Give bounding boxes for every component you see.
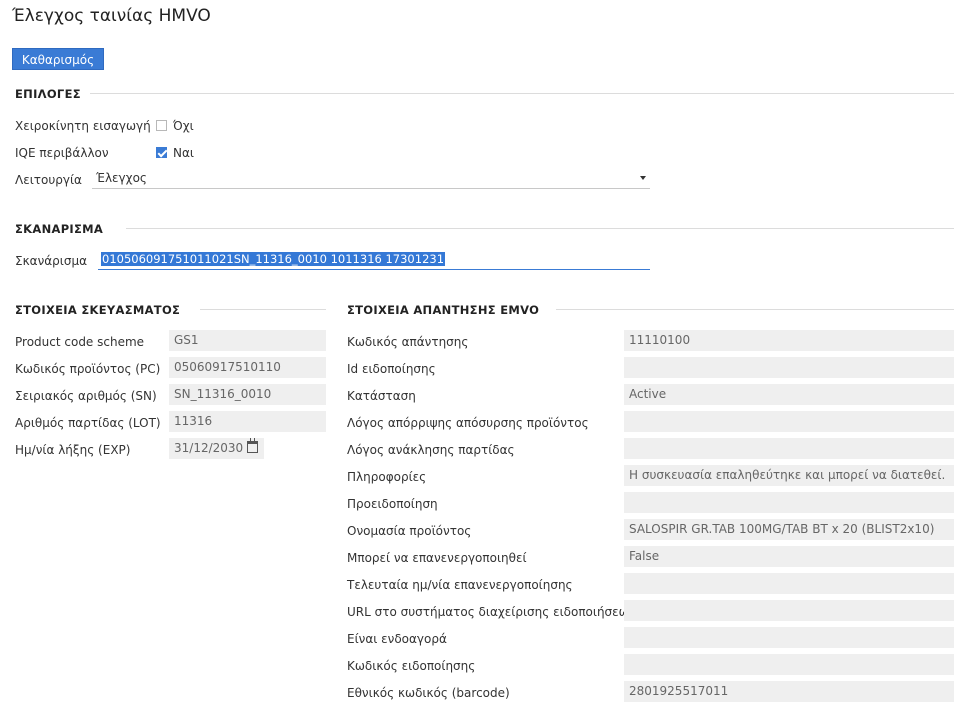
package-field-label: Αριθμός παρτίδας (LOT) bbox=[15, 416, 161, 430]
response-field-label: Είναι ενδοαγορά bbox=[347, 632, 447, 646]
scan-label: Σκανάρισμα bbox=[15, 254, 88, 268]
chevron-down-icon bbox=[640, 176, 646, 180]
manual-entry-checkbox[interactable] bbox=[156, 120, 167, 131]
function-select[interactable]: Έλεγχος bbox=[92, 168, 650, 189]
response-field-label: Μπορεί να επανενεργοποιηθεί bbox=[347, 551, 527, 565]
response-field-label: Λόγος ανάκλησης παρτίδας bbox=[347, 443, 515, 457]
response-field-value[interactable]: False bbox=[624, 546, 954, 567]
package-field-label: Product code scheme bbox=[15, 335, 145, 349]
response-field-label: Κατάσταση bbox=[347, 389, 416, 403]
calendar-icon[interactable] bbox=[247, 438, 258, 453]
function-select-value: Έλεγχος bbox=[96, 171, 147, 185]
package-field-label: Κωδικός προϊόντος (PC) bbox=[15, 362, 161, 376]
response-field-value[interactable]: 2801925517011 bbox=[624, 681, 954, 702]
response-field-value[interactable] bbox=[624, 654, 954, 675]
options-heading: ΕΠΙΛΟΓΕΣ bbox=[15, 87, 81, 101]
response-field-value[interactable]: SALOSPIR GR.TAB 100MG/TAB BT x 20 (BLIST… bbox=[624, 519, 954, 540]
package-field-label: Σειριακός αριθμός (SN) bbox=[15, 389, 157, 403]
response-field-label: Id ειδοποίησης bbox=[347, 362, 436, 376]
package-divider bbox=[200, 309, 326, 310]
iqe-env-label: IQE περιβάλλον bbox=[15, 146, 109, 160]
response-field-label: Τελευταία ημ/νία επανενεργοποίησης bbox=[347, 578, 573, 592]
response-field-label: Λόγος απόρριψης απόσυρσης προϊόντος bbox=[347, 416, 589, 430]
package-field-value[interactable]: SN_11316_0010 bbox=[169, 384, 326, 405]
page-title: Έλεγχος ταινίας ΗΜVO bbox=[12, 6, 211, 26]
response-field-value[interactable]: Η συσκευασία επαληθεύτηκε και μπορεί να … bbox=[624, 465, 954, 486]
response-field-value[interactable] bbox=[624, 438, 954, 459]
response-field-value[interactable] bbox=[624, 573, 954, 594]
response-field-label: Κωδικός ειδοποίησης bbox=[347, 659, 476, 673]
scan-heading: ΣΚΑΝΑΡΙΣΜΑ bbox=[15, 222, 104, 236]
response-divider bbox=[556, 309, 954, 310]
package-field-value[interactable]: GS1 bbox=[169, 330, 326, 351]
expiry-date-value: 31/12/2030 bbox=[174, 441, 244, 455]
manual-entry-label: Χειροκίνητη εισαγωγή bbox=[15, 119, 151, 133]
iqe-env-value: Ναι bbox=[173, 146, 194, 160]
response-field-label: Ονομασία προϊόντος bbox=[347, 524, 472, 538]
scan-input[interactable]: 010506091751011021SN_11316_0010 1011316 … bbox=[98, 249, 650, 270]
manual-entry-value: Όχι bbox=[173, 119, 194, 133]
response-field-value[interactable]: 11110100 bbox=[624, 330, 954, 351]
package-field-label: Ημ/νία λήξης (EXP) bbox=[15, 443, 131, 457]
package-field-value[interactable]: 11316 bbox=[169, 411, 326, 432]
scan-divider bbox=[126, 228, 954, 229]
response-heading: ΣΤΟΙΧΕΙΑ ΑΠΑΝΤΗΣΗΣ ΕΜVO bbox=[347, 303, 540, 317]
response-field-value[interactable] bbox=[624, 357, 954, 378]
response-field-value[interactable] bbox=[624, 627, 954, 648]
clear-button[interactable]: Καθαρισμός bbox=[12, 48, 104, 70]
response-field-label: Κωδικός απάντησης bbox=[347, 335, 469, 349]
scan-input-value: 010506091751011021SN_11316_0010 1011316 … bbox=[101, 252, 446, 266]
function-label: Λειτουργία bbox=[15, 173, 82, 187]
response-field-value[interactable] bbox=[624, 411, 954, 432]
response-field-value[interactable] bbox=[624, 492, 954, 513]
response-field-label: Εθνικός κωδικός (barcode) bbox=[347, 686, 510, 700]
package-heading: ΣΤΟΙΧΕΙΑ ΣΚΕΥΑΣΜΑΤΟΣ bbox=[15, 303, 181, 317]
options-divider bbox=[90, 93, 954, 94]
iqe-env-checkbox[interactable] bbox=[156, 147, 167, 158]
response-field-value[interactable]: Active bbox=[624, 384, 954, 405]
response-field-label: Πληροφορίες bbox=[347, 470, 427, 484]
response-field-label: Προειδοποίηση bbox=[347, 497, 438, 511]
expiry-date-field[interactable]: 31/12/2030 bbox=[169, 438, 264, 459]
response-field-value[interactable] bbox=[624, 600, 954, 621]
response-field-label: URL στο συστήματος διαχείρισης ειδοποιήσ… bbox=[347, 605, 636, 619]
package-field-value[interactable]: 05060917510110 bbox=[169, 357, 326, 378]
